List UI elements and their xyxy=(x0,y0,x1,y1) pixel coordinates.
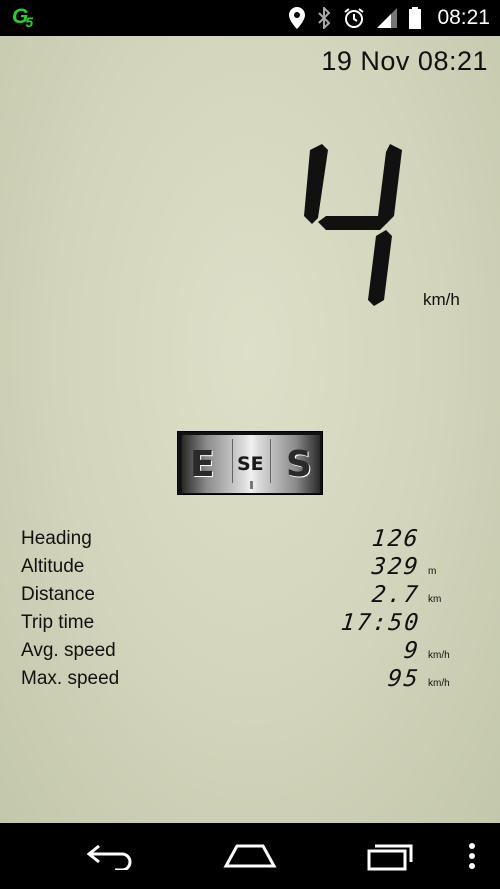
overflow-menu-icon xyxy=(469,843,475,869)
stat-value: 95 xyxy=(386,666,422,692)
compass-tick xyxy=(250,481,253,489)
date-time: 19 Nov 08:21 xyxy=(321,46,488,76)
status-bar: G5 08:21 xyxy=(0,0,500,36)
signal-icon xyxy=(377,8,398,28)
stat-unit: km xyxy=(428,594,442,605)
compass-divider xyxy=(232,439,233,483)
stat-label: Heading xyxy=(21,528,92,549)
stat-value: 17:50 xyxy=(339,610,422,636)
stat-value: 2.7 xyxy=(371,582,422,608)
stat-row-altitude: Altitude 329 m xyxy=(0,554,500,582)
stat-row-heading: Heading 126 xyxy=(0,526,500,554)
bluetooth-icon xyxy=(317,7,331,29)
speed-display: 4 xyxy=(298,142,410,308)
home-icon xyxy=(223,844,277,868)
stat-label: Altitude xyxy=(21,556,85,577)
stat-value: 9 xyxy=(402,638,422,664)
alarm-icon xyxy=(343,7,365,29)
stat-value: 126 xyxy=(371,526,422,552)
stat-row-distance: Distance 2.7 km xyxy=(0,582,500,610)
stat-unit: km/h xyxy=(428,678,450,689)
recents-icon xyxy=(367,844,413,871)
stat-value: 329 xyxy=(371,554,422,580)
battery-icon xyxy=(409,7,422,29)
stat-row-avg-speed: Avg. speed 9 km/h xyxy=(0,638,500,666)
navigation-bar xyxy=(0,823,500,889)
status-icons: 08:21 xyxy=(289,0,490,36)
stat-row-max-speed: Max. speed 95 km/h xyxy=(0,666,500,694)
speed-unit: km/h xyxy=(423,290,460,309)
location-icon xyxy=(289,7,306,29)
stat-unit: km/h xyxy=(428,650,450,661)
stat-unit: m xyxy=(428,566,437,577)
compass-divider xyxy=(270,439,271,483)
back-button[interactable] xyxy=(80,835,140,877)
stat-label: Distance xyxy=(21,584,95,605)
stat-label: Trip time xyxy=(21,612,95,633)
speedometer-screen: 19 Nov 08:21 4 km/h E SE S Heading 126 xyxy=(0,36,500,823)
app-logo: G5 xyxy=(12,5,33,30)
home-button[interactable] xyxy=(220,835,280,877)
compass-strip: E SE S xyxy=(177,431,323,495)
back-icon xyxy=(86,844,132,870)
compass-right-direction: S xyxy=(286,443,312,485)
stat-row-trip-time: Trip time 17:50 xyxy=(0,610,500,638)
stat-label: Avg. speed xyxy=(21,640,116,661)
overflow-menu-button[interactable] xyxy=(462,835,482,877)
stat-label: Max. speed xyxy=(21,668,120,689)
recents-button[interactable] xyxy=(360,835,420,877)
compass-left-direction: E xyxy=(190,443,215,485)
compass-heading-direction: SE xyxy=(236,453,264,475)
status-time: 08:21 xyxy=(437,6,490,29)
speed-digit-glyph xyxy=(304,144,402,306)
